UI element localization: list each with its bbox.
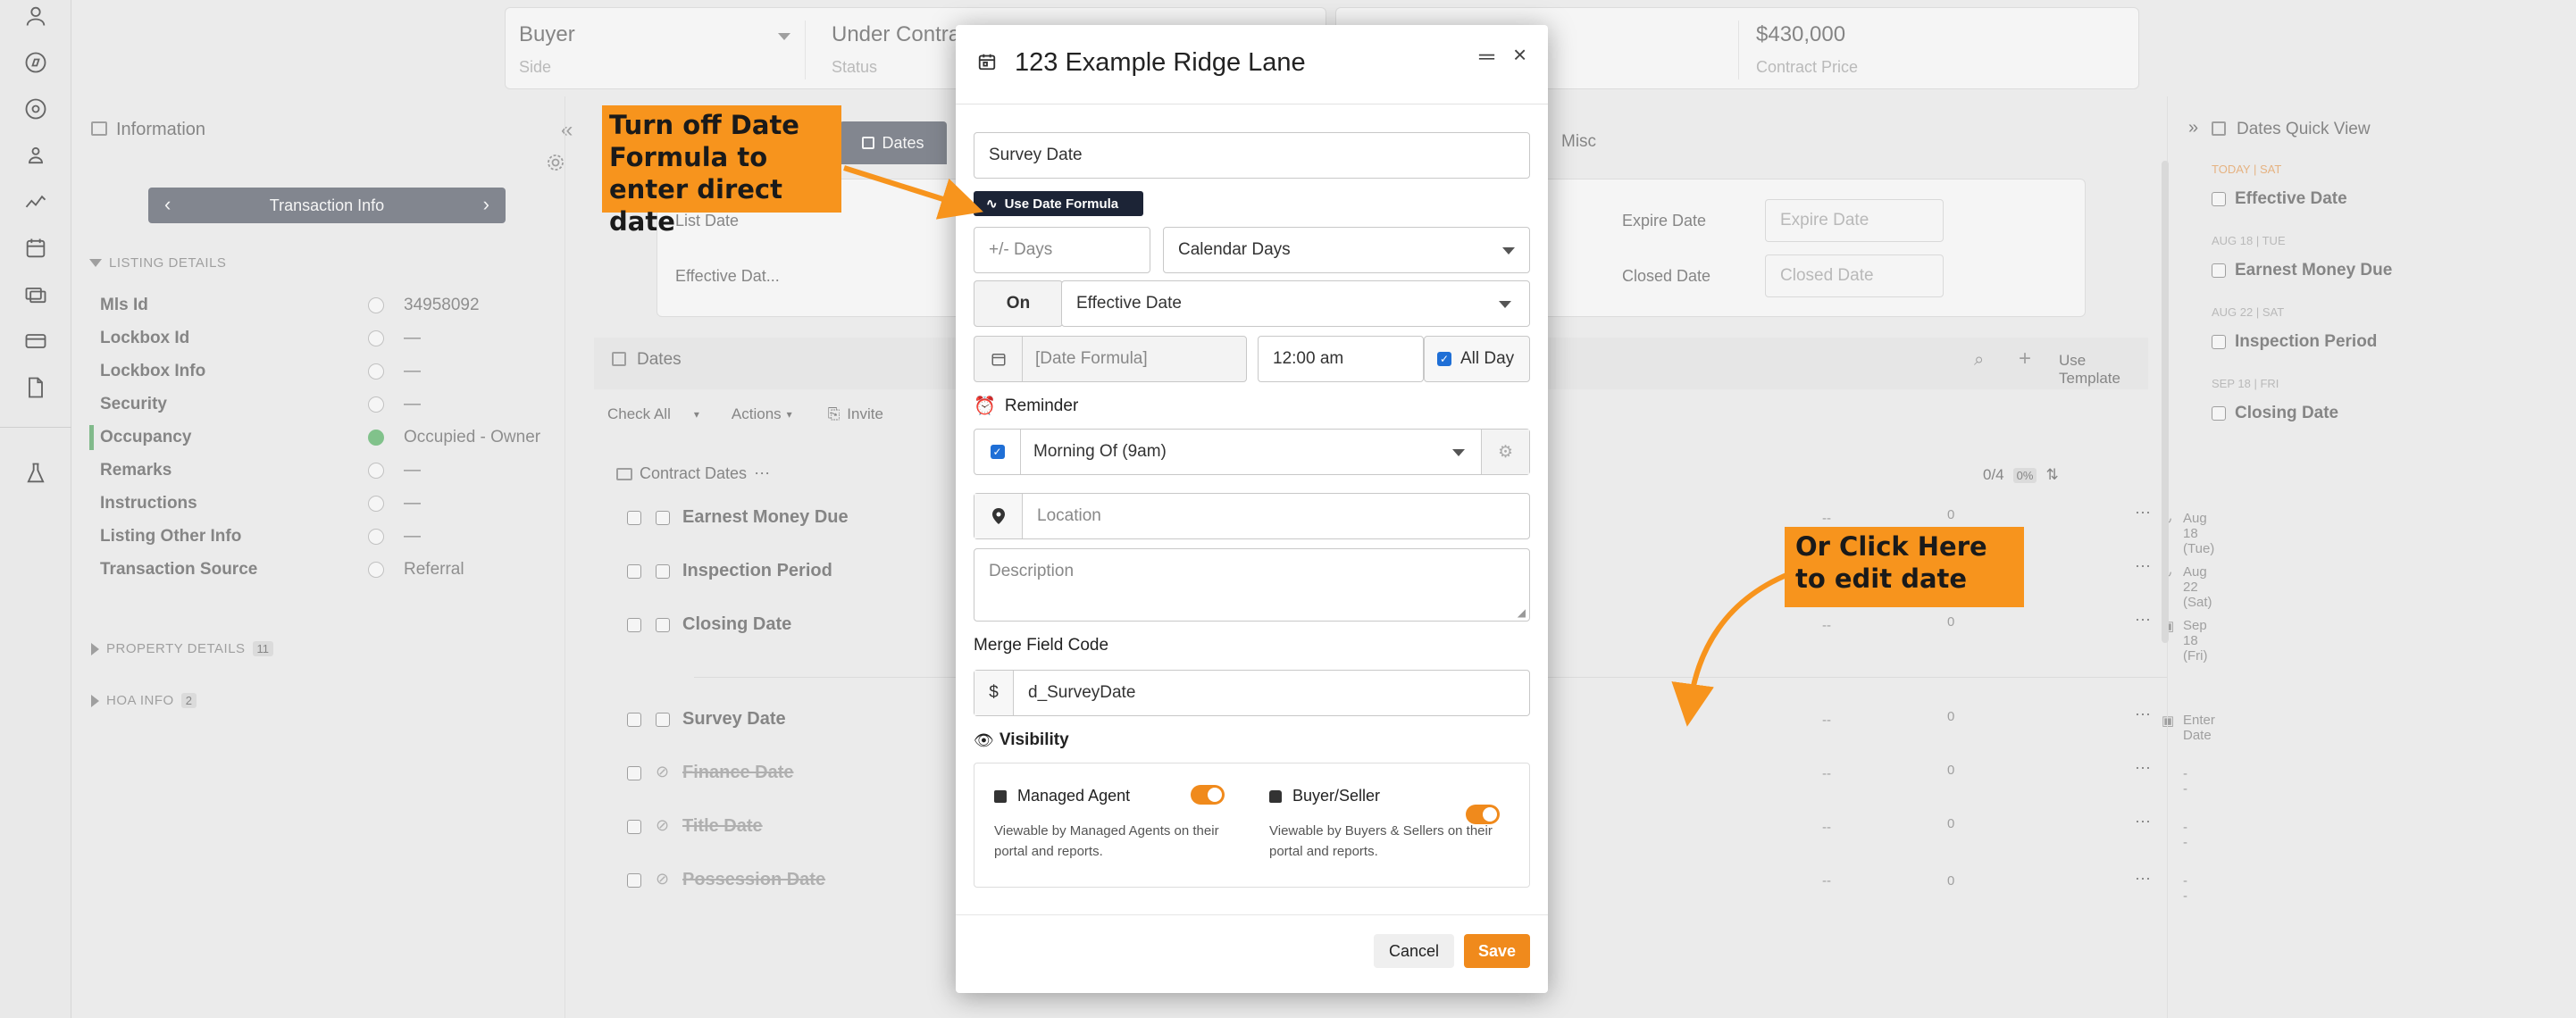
callout-arrows [843,165,1797,727]
arrow-right [1671,569,1797,727]
arrow-left [843,165,983,220]
